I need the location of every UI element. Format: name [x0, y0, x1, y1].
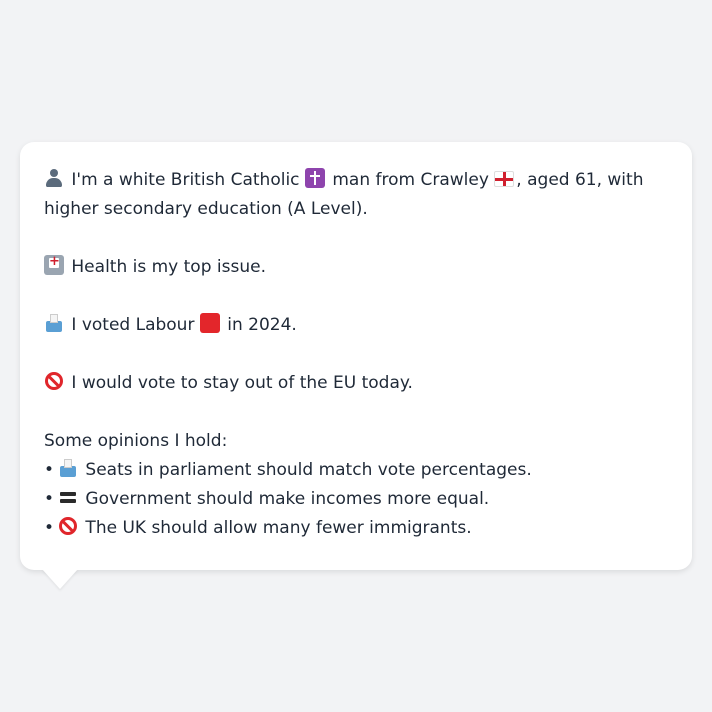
eu-stance-text: I would vote to stay out of the EU today… — [66, 373, 413, 393]
vote-text-1: I voted Labour — [66, 315, 200, 335]
ballot-box-icon — [44, 313, 64, 333]
latin-cross-icon — [304, 168, 325, 188]
list-item: • Seats in parliament should match vote … — [44, 456, 668, 485]
persona-speech-bubble: I'm a white British Catholic man from Cr… — [20, 142, 692, 570]
speech-bubble-tail — [42, 569, 78, 589]
opinion-text: Seats in parliament should match vote pe… — [80, 460, 532, 480]
intro-text-2: man from Crawley — [326, 170, 495, 190]
ballot-box-icon — [58, 458, 78, 478]
eu-paragraph: I would vote to stay out of the EU today… — [44, 369, 668, 398]
equals-icon — [58, 487, 78, 507]
list-item: • Government should make incomes more eq… — [44, 485, 668, 514]
top-issue-text: Health is my top issue. — [66, 257, 266, 277]
prohibited-icon — [58, 516, 78, 536]
list-item: • The UK should allow many fewer immigra… — [44, 514, 668, 543]
opinion-text: Government should make incomes more equa… — [80, 489, 490, 509]
intro-text-1: I'm a white British Catholic — [66, 170, 305, 190]
prohibited-icon — [44, 371, 64, 391]
top-issue-paragraph: Health is my top issue. — [44, 253, 668, 282]
bullet: • — [44, 460, 55, 480]
bullet: • — [44, 489, 55, 509]
page: I'm a white British Catholic man from Cr… — [0, 0, 712, 712]
person-silhouette-icon — [44, 168, 64, 188]
opinions-heading: Some opinions I hold: — [44, 431, 228, 451]
opinion-text: The UK should allow many fewer immigrant… — [80, 518, 472, 538]
vote-paragraph: I voted Labour in 2024. — [44, 311, 668, 340]
opinion-list: • Seats in parliament should match vote … — [44, 456, 668, 543]
hospital-icon — [44, 253, 64, 275]
vote-text-2: in 2024. — [221, 315, 297, 335]
bullet: • — [44, 518, 55, 538]
intro-paragraph: I'm a white British Catholic man from Cr… — [44, 166, 668, 224]
flag-england-icon — [494, 171, 515, 187]
red-square-icon — [199, 313, 220, 333]
